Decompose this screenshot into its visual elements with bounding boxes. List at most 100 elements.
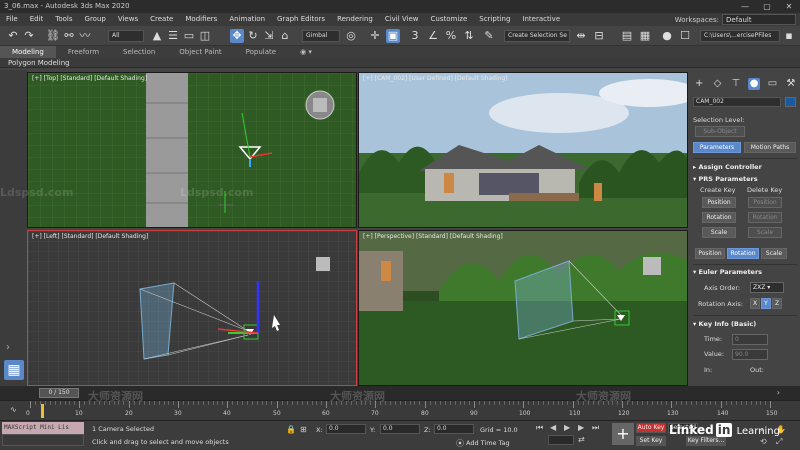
assign-controller-rollout[interactable]: ▸ Assign Controller — [693, 162, 797, 172]
lock-icon[interactable]: 🔒 — [286, 425, 296, 434]
create-panel-icon[interactable]: + — [693, 78, 705, 90]
align-icon[interactable]: ⊟ — [592, 29, 606, 43]
x-coordinate-field[interactable]: 0.0 — [326, 424, 366, 434]
named-selection-dropdown[interactable]: Create Selection Se — [504, 30, 570, 42]
ribbon-sub[interactable]: Polygon Modeling — [0, 58, 800, 68]
percent-snap-icon[interactable]: % — [444, 29, 458, 43]
rect-selection-icon[interactable]: ▭ — [182, 29, 196, 43]
tab-motion-paths[interactable]: Motion Paths — [744, 142, 796, 153]
viewport-top[interactable]: [+] [Top] [Standard] [Default Shading] — [27, 72, 357, 228]
create-rotation-key-button[interactable]: Rotation — [702, 212, 736, 223]
euler-parameters-rollout[interactable]: ▾ Euler Parameters — [693, 267, 797, 277]
tab-parameters[interactable]: Parameters — [693, 142, 741, 153]
time-slider[interactable]: 0 / 150 — [39, 388, 79, 398]
axis-order-dropdown[interactable]: ZXZ ▾ — [750, 282, 784, 293]
maximize-viewport-icon[interactable]: ⤢ — [776, 437, 782, 447]
delete-scale-key-button[interactable]: Scale — [748, 227, 782, 238]
object-color-swatch[interactable] — [785, 97, 796, 107]
render-setup-icon[interactable]: ☐ — [678, 29, 692, 43]
prs-tab-scale[interactable]: Scale — [761, 248, 787, 259]
menu-civil-view[interactable]: Civil View — [379, 13, 425, 26]
minimize-button[interactable]: — — [734, 0, 756, 13]
key-mode-icon[interactable]: ⇄ — [578, 435, 585, 444]
menu-interactive[interactable]: Interactive — [516, 13, 566, 26]
z-coordinate-field[interactable]: 0.0 — [434, 424, 474, 434]
link-icon[interactable]: ⛓ — [46, 29, 60, 43]
auto-key-button[interactable]: Auto Key — [636, 423, 666, 433]
ribbon-toggle-icon[interactable]: ◉ ▾ — [288, 46, 324, 58]
prs-parameters-rollout[interactable]: ▾ PRS Parameters — [693, 174, 797, 184]
snap-3d-icon[interactable]: 3 — [408, 29, 422, 43]
sub-object-button[interactable]: Sub-Object — [695, 126, 745, 137]
axis-z-button[interactable]: Z — [772, 298, 782, 309]
prev-frame-icon[interactable]: ◀ — [550, 423, 556, 432]
layer-explorer-icon[interactable]: ▦ — [638, 29, 652, 43]
undo-icon[interactable]: ↶ — [6, 29, 20, 43]
utilities-panel-icon[interactable]: ⚒ — [785, 78, 797, 90]
prs-tab-position[interactable]: Position — [695, 248, 725, 259]
absolute-mode-icon[interactable]: ⊞ — [300, 425, 307, 434]
menu-tools[interactable]: Tools — [49, 13, 78, 26]
menu-edit[interactable]: Edit — [24, 13, 50, 26]
time-spinner[interactable]: 0 — [732, 334, 768, 345]
set-key-button[interactable]: Set Key — [636, 436, 666, 446]
viewport-camera-label[interactable]: [+] [CAM_002] [User Defined] [Default Sh… — [363, 75, 508, 82]
keyboard-shortcut-icon[interactable]: ▣ — [386, 29, 400, 43]
close-button[interactable]: ✕ — [778, 0, 800, 13]
reference-coord-dropdown[interactable]: Gimbal — [302, 30, 340, 42]
menu-group[interactable]: Group — [79, 13, 112, 26]
value-spinner[interactable]: 90.0 — [732, 349, 768, 360]
bind-spacewarp-icon[interactable]: 〰 — [78, 29, 92, 43]
add-time-tag-button[interactable]: Add Time Tag — [466, 439, 510, 447]
viewcube-persp-icon[interactable] — [643, 257, 661, 275]
axis-y-button[interactable]: Y — [761, 298, 771, 309]
delete-position-key-button[interactable]: Position — [748, 197, 782, 208]
ribbon-tab-freeform[interactable]: Freeform — [56, 46, 111, 58]
menu-animation[interactable]: Animation — [223, 13, 271, 26]
create-scale-key-button[interactable]: Scale — [702, 227, 736, 238]
select-scale-icon[interactable]: ⇲ — [262, 29, 276, 43]
select-rotate-icon[interactable]: ↻ — [246, 29, 260, 43]
axis-x-button[interactable]: X — [750, 298, 760, 309]
pivot-icon[interactable]: ◎ — [344, 29, 358, 43]
viewport-top-label[interactable]: [+] [Top] [Standard] [Default Shading] — [32, 75, 147, 82]
prs-tab-rotation[interactable]: Rotation — [727, 248, 759, 259]
menu-views[interactable]: Views — [112, 13, 144, 26]
menu-scripting[interactable]: Scripting — [473, 13, 516, 26]
ribbon-tab-selection[interactable]: Selection — [111, 46, 167, 58]
menu-graph-editors[interactable]: Graph Editors — [271, 13, 331, 26]
maxscript-listener[interactable]: MAXScript Mini Lis — [2, 422, 84, 434]
select-object-icon[interactable]: ▲ — [150, 29, 164, 43]
orbit-icon[interactable]: ⟲ — [760, 437, 767, 446]
expand-icon[interactable]: › — [6, 342, 10, 353]
viewport-perspective[interactable]: [+] [Perspective] [Standard] [Default Sh… — [358, 230, 688, 386]
menu-create[interactable]: Create — [144, 13, 179, 26]
scene-explorer-icon[interactable]: ▤ — [620, 29, 634, 43]
window-crossing-icon[interactable]: ◫ — [198, 29, 212, 43]
angle-snap-icon[interactable]: ∠ — [426, 29, 440, 43]
unlink-icon[interactable]: ⚯ — [62, 29, 76, 43]
edit-named-sets-icon[interactable]: ✎ — [482, 29, 496, 43]
key-filters-button[interactable]: Key Filters... — [686, 436, 726, 446]
mirror-icon[interactable]: ⇹ — [574, 29, 588, 43]
select-by-name-icon[interactable]: ☰ — [166, 29, 180, 43]
time-tag-icon[interactable]: ⦿ — [456, 438, 464, 449]
selection-filter-dropdown[interactable]: All — [108, 30, 144, 42]
viewport-left-label[interactable]: [+] [Left] [Standard] [Default Shading] — [32, 233, 148, 240]
project-folder-field[interactable]: C:\Users\...ercisePFiles — [700, 30, 780, 42]
next-frame-icon[interactable]: ▶ — [578, 423, 584, 432]
play-icon[interactable]: ▶ — [564, 423, 570, 432]
viewcube-left-icon[interactable] — [316, 257, 330, 271]
menu-modifiers[interactable]: Modifiers — [179, 13, 223, 26]
place-icon[interactable]: ⌂ — [278, 29, 292, 43]
menu-file[interactable]: File — [0, 13, 24, 26]
key-info-rollout[interactable]: ▾ Key Info (Basic) — [693, 319, 797, 329]
select-move-icon[interactable]: ✥ — [230, 29, 244, 43]
display-panel-icon[interactable]: ▭ — [766, 78, 778, 90]
manipulate-icon[interactable]: ✛ — [368, 29, 382, 43]
workspaces-dropdown[interactable]: Default — [722, 14, 796, 25]
modify-panel-icon[interactable]: ◇ — [711, 78, 723, 90]
track-ruler[interactable]: 0 10 20 30 40 50 60 70 80 90 100 110 120 130 140 150 — [26, 401, 777, 421]
ribbon-tab-populate[interactable]: Populate — [234, 46, 288, 58]
maxscript-input[interactable] — [2, 434, 84, 446]
